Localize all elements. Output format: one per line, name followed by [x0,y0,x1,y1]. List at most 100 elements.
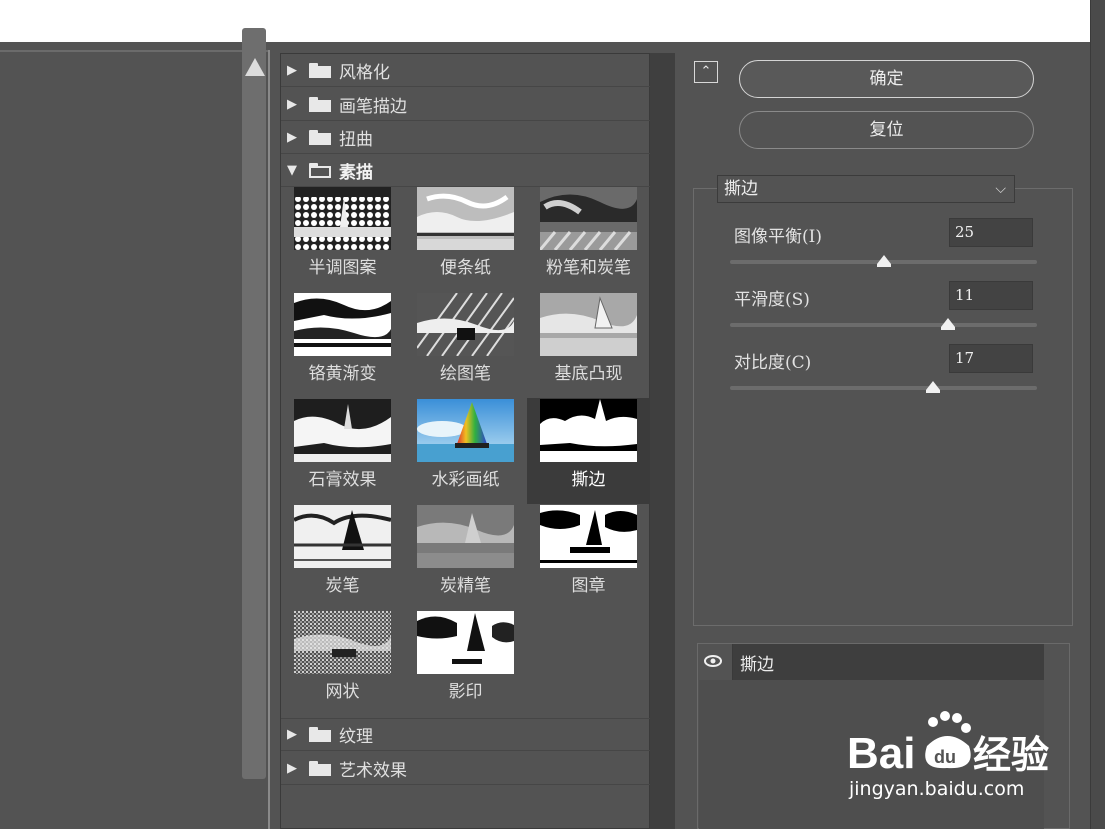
image-balance-input[interactable]: 25 [949,218,1033,247]
filter-thumb-graphic-pen[interactable]: 绘图笔 [404,292,527,398]
filter-thumb-halftone[interactable]: 半调图案 [281,186,404,292]
filter-thumb-label: 半调图案 [308,258,377,278]
scroll-up-arrow-icon[interactable] [245,58,265,76]
category-texture[interactable]: ▶ 纹理 [281,718,651,751]
expand-arrow-icon[interactable]: ▶ [287,97,301,112]
thumbnail-image [294,293,391,356]
expand-arrow-icon[interactable]: ▶ [287,727,301,742]
filter-thumb-label: 基底凸现 [554,364,623,384]
folder-icon [309,96,331,112]
filter-dropdown[interactable]: 撕边 ⌵ [717,175,1015,203]
filter-thumb-label: 石膏效果 [308,470,377,490]
filter-gallery: ▶ 风格化 ▶ 画笔描边 ▶ 扭曲 ▼ 素描 半调图案 便条纸 粉笔和炭笔 铬黄… [280,53,675,829]
thumbnail-image [294,187,391,250]
filter-thumb-photocopy[interactable]: 影印 [404,610,527,716]
filter-thumb-label: 影印 [448,682,483,702]
category-label: 扭曲 [339,129,373,150]
filter-thumb-water-paper[interactable]: 水彩画纸 [404,398,527,504]
collapse-gallery-button[interactable]: ⌃ [694,61,718,83]
expand-arrow-icon[interactable]: ▶ [287,130,301,145]
contrast-slider[interactable] [730,386,1037,390]
smoothness-input[interactable]: 11 [949,281,1033,310]
thumbnail-image [417,293,514,356]
thumbnail-image [417,187,514,250]
visibility-toggle[interactable] [699,644,733,680]
right-edge-strip [1090,0,1105,829]
category-label: 艺术效果 [339,760,407,781]
contrast-input[interactable]: 17 [949,344,1033,373]
filter-thumb-label: 便条纸 [440,258,491,278]
svg-text:Bai: Bai [847,729,915,778]
param-label-smoothness: 平滑度(S) [734,290,810,310]
filter-thumb-label: 铬黄渐变 [308,364,377,384]
param-label-contrast: 对比度(C) [734,353,812,373]
filter-thumb-label: 粉笔和炭笔 [546,258,631,278]
filter-thumb-chrome[interactable]: 铬黄渐变 [281,292,404,398]
category-artistic[interactable]: ▶ 艺术效果 [281,752,651,785]
category-label: 素描 [339,162,373,183]
filter-thumb-chalk-charcoal[interactable]: 粉笔和炭笔 [527,186,650,292]
expand-arrow-icon[interactable]: ▶ [287,761,301,776]
folder-icon [309,727,331,742]
category-sketch[interactable]: ▼ 素描 [281,154,651,187]
thumbnail-image [294,505,391,568]
chevron-down-icon: ⌵ [995,181,1006,197]
category-stylize[interactable]: ▶ 风格化 [281,54,651,87]
reset-button[interactable]: 复位 [739,111,1034,149]
preview-pane [0,50,270,829]
baidu-logo: Bai du 经验 [847,711,1049,778]
thumbnail-image [540,293,637,356]
filter-thumb-conte-crayon[interactable]: 炭精笔 [404,504,527,610]
filter-gallery-list: ▶ 风格化 ▶ 画笔描边 ▶ 扭曲 ▼ 素描 半调图案 便条纸 粉笔和炭笔 铬黄… [280,53,651,829]
watermark-url: jingyan.baidu.com [849,778,1025,800]
svg-text:经验: 经验 [973,733,1049,777]
folder-icon [309,129,331,145]
thumbnail-image [417,399,514,462]
svg-text:du: du [934,747,956,767]
window-top-bar [0,0,1090,42]
filter-thumb-label: 网状 [325,682,360,702]
filter-thumb-note-paper[interactable]: 便条纸 [404,186,527,292]
filter-thumb-plaster[interactable]: 石膏效果 [281,398,404,504]
category-brush-strokes[interactable]: ▶ 画笔描边 [281,88,651,121]
thumbnail-image [417,611,514,674]
filter-thumb-charcoal[interactable]: 炭笔 [281,504,404,610]
category-label: 风格化 [339,62,390,83]
double-chevron-up-icon: ⌃ [700,64,712,79]
pane-divider[interactable] [268,50,270,829]
filter-thumb-label: 撕边 [571,470,606,490]
collapse-arrow-icon[interactable]: ▼ [287,163,301,178]
gallery-scrollbar[interactable] [650,53,675,829]
folder-icon [309,62,331,78]
smoothness-slider-thumb[interactable] [940,318,955,330]
filter-thumb-label: 水彩画纸 [431,470,500,490]
image-balance-slider-thumb[interactable] [876,255,891,267]
filter-thumb-label: 炭笔 [325,576,360,596]
filter-thumb-bas-relief[interactable]: 基底凸现 [527,292,650,398]
thumbnail-image [417,505,514,568]
filter-thumb-label: 图章 [571,576,606,596]
filter-thumb-label: 炭精笔 [440,576,491,596]
category-distort[interactable]: ▶ 扭曲 [281,121,651,154]
ok-button[interactable]: 确定 [739,60,1034,98]
folder-icon [309,760,331,776]
eye-icon [704,655,722,667]
thumbnail-image [540,505,637,568]
filter-dropdown-value: 撕边 [724,179,758,199]
category-label: 纹理 [339,727,373,747]
thumbnail-image [294,399,391,462]
thumbnail-image [540,187,637,250]
filter-settings-group [693,188,1073,626]
category-label: 画笔描边 [339,96,407,117]
filter-thumb-reticulation[interactable]: 网状 [281,610,404,716]
preview-scrollbar[interactable] [242,28,266,779]
smoothness-slider[interactable] [730,323,1037,327]
open-folder-icon [309,162,331,178]
param-label-image-balance: 图像平衡(I) [734,227,822,247]
expand-arrow-icon[interactable]: ▶ [287,63,301,78]
filter-thumb-torn-edges[interactable]: 撕边 [527,398,650,504]
contrast-slider-thumb[interactable] [925,381,940,393]
effect-layer-name: 撕边 [740,655,774,675]
filter-thumb-label: 绘图笔 [440,364,491,384]
filter-thumb-stamp[interactable]: 图章 [527,504,650,610]
